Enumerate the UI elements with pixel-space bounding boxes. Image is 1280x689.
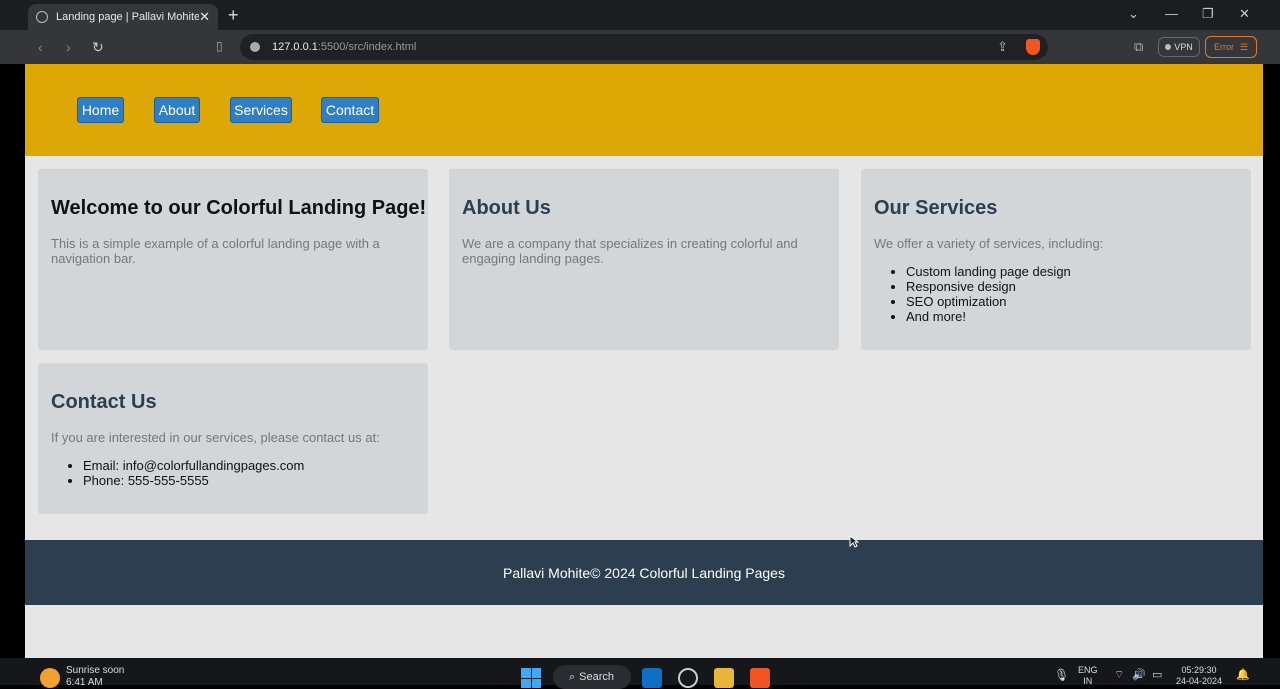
close-icon[interactable]: ✕ xyxy=(199,9,210,25)
brave-taskbar-icon[interactable] xyxy=(750,668,770,688)
bookmark-icon[interactable]: ▯ xyxy=(216,39,223,53)
nav-about[interactable]: About xyxy=(154,97,200,123)
url-path: :5500/src/index.html xyxy=(317,41,417,53)
brave-icon[interactable] xyxy=(1026,39,1040,55)
welcome-card: Welcome to our Colorful Landing Page! Th… xyxy=(38,169,428,350)
vpn-label: VPN xyxy=(1174,42,1193,52)
window-close-icon[interactable]: ✕ xyxy=(1239,6,1250,22)
address-bar[interactable]: 127.0.0.1 :5500/src/index.html ⇪ xyxy=(240,34,1048,60)
restore-icon[interactable]: ❐ xyxy=(1202,6,1214,22)
contact-text: If you are interested in our services, p… xyxy=(51,430,380,445)
contact-title: Contact Us xyxy=(51,391,157,413)
services-list: Custom landing page design Responsive de… xyxy=(906,264,1071,324)
error-label: Error xyxy=(1213,42,1234,52)
volume-icon[interactable]: 🔊 xyxy=(1132,670,1146,681)
clock-time: 05:29:30 xyxy=(1181,665,1217,675)
cursor-icon xyxy=(849,535,859,548)
about-title: About Us xyxy=(462,197,551,219)
page-viewport: Home About Services Contact Welcome to o… xyxy=(25,64,1263,658)
mic-icon[interactable]: 🎙 xyxy=(1054,669,1069,681)
globe-icon xyxy=(36,11,48,23)
weather-status: Sunrise soon xyxy=(66,665,125,676)
welcome-title: Welcome to our Colorful Landing Page! xyxy=(51,197,427,219)
taskbar-search[interactable]: ⌕ Search xyxy=(553,665,631,689)
about-card: About Us We are a company that specializ… xyxy=(449,169,839,350)
clock[interactable]: 05:29:30 24-04-2024 xyxy=(1176,665,1222,687)
vpn-status-icon xyxy=(1165,44,1172,50)
search-icon: ⌕ xyxy=(569,670,576,683)
lang-region: IN xyxy=(1083,676,1093,686)
welcome-text: This is a simple example of a colorful l… xyxy=(51,236,380,266)
bell-icon[interactable]: 🔔 xyxy=(1236,670,1250,681)
vscode-icon[interactable] xyxy=(642,668,662,688)
nav-home[interactable]: Home xyxy=(77,97,124,123)
reload-icon[interactable]: ↻ xyxy=(92,39,104,56)
services-title: Our Services xyxy=(874,197,998,219)
info-icon[interactable] xyxy=(250,42,260,52)
language-indicator[interactable]: ENG IN xyxy=(1078,665,1098,687)
about-text: We are a company that specializes in cre… xyxy=(462,236,798,266)
vpn-button[interactable]: VPN xyxy=(1158,37,1200,57)
services-card: Our Services We offer a variety of servi… xyxy=(861,169,1251,350)
nav-services[interactable]: Services xyxy=(230,97,292,123)
list-item: Phone: 555-555-5555 xyxy=(83,473,304,488)
services-text: We offer a variety of services, includin… xyxy=(874,236,1104,251)
nav-contact[interactable]: Contact xyxy=(321,97,379,123)
weather-widget[interactable]: Sunrise soon 6:41 AM xyxy=(66,665,124,689)
tab-title: Landing page | Pallavi Mohite xyxy=(56,11,200,23)
list-item: Custom landing page design xyxy=(906,264,1071,279)
windows-start-icon[interactable] xyxy=(521,668,541,688)
extensions-icon[interactable]: ⧉ xyxy=(1134,39,1143,55)
wifi-icon[interactable]: ⌔ xyxy=(1114,670,1124,681)
share-icon[interactable]: ⇪ xyxy=(997,39,1008,55)
battery-icon[interactable]: ▭ xyxy=(1152,670,1162,681)
weather-time: 6:41 AM xyxy=(66,677,103,688)
weather-icon[interactable] xyxy=(40,668,60,688)
folder-icon[interactable] xyxy=(714,668,734,688)
menu-icon: ☰ xyxy=(1239,41,1249,52)
list-item: SEO optimization xyxy=(906,294,1071,309)
footer-text: Pallavi Mohite© 2024 Colorful Landing Pa… xyxy=(503,564,785,581)
minimize-icon[interactable]: — xyxy=(1165,6,1178,21)
chrome-icon[interactable] xyxy=(678,668,698,688)
site-footer: Pallavi Mohite© 2024 Colorful Landing Pa… xyxy=(25,540,1263,605)
lang-code: ENG xyxy=(1078,665,1098,675)
plus-icon[interactable]: + xyxy=(228,5,239,26)
error-button[interactable]: Error ☰ xyxy=(1205,36,1257,58)
back-icon[interactable]: ‹ xyxy=(38,39,43,55)
list-item: And more! xyxy=(906,309,1071,324)
search-label: Search xyxy=(579,671,615,683)
browser-toolbar: ‹ › ↻ ▯ 127.0.0.1 :5500/src/index.html ⇪… xyxy=(0,30,1280,64)
browser-tab[interactable]: Landing page | Pallavi Mohite ✕ xyxy=(28,4,218,30)
contact-card: Contact Us If you are interested in our … xyxy=(38,363,428,514)
contact-list: Email: info@colorfullandingpages.com Pho… xyxy=(83,458,304,488)
clock-date: 24-04-2024 xyxy=(1176,676,1223,686)
url-host: 127.0.0.1 xyxy=(272,41,318,53)
list-item: Responsive design xyxy=(906,279,1071,294)
chevron-down-icon[interactable]: ⌄ xyxy=(1128,6,1139,22)
site-header: Home About Services Contact xyxy=(25,64,1263,156)
list-item: Email: info@colorfullandingpages.com xyxy=(83,458,304,473)
taskbar: Sunrise soon 6:41 AM ⌕ Search 🎙 ENG IN ⌔… xyxy=(0,658,1280,689)
browser-tabbar: Landing page | Pallavi Mohite ✕ + ⌄ — ❐ … xyxy=(0,0,1280,30)
forward-icon[interactable]: › xyxy=(66,39,71,55)
